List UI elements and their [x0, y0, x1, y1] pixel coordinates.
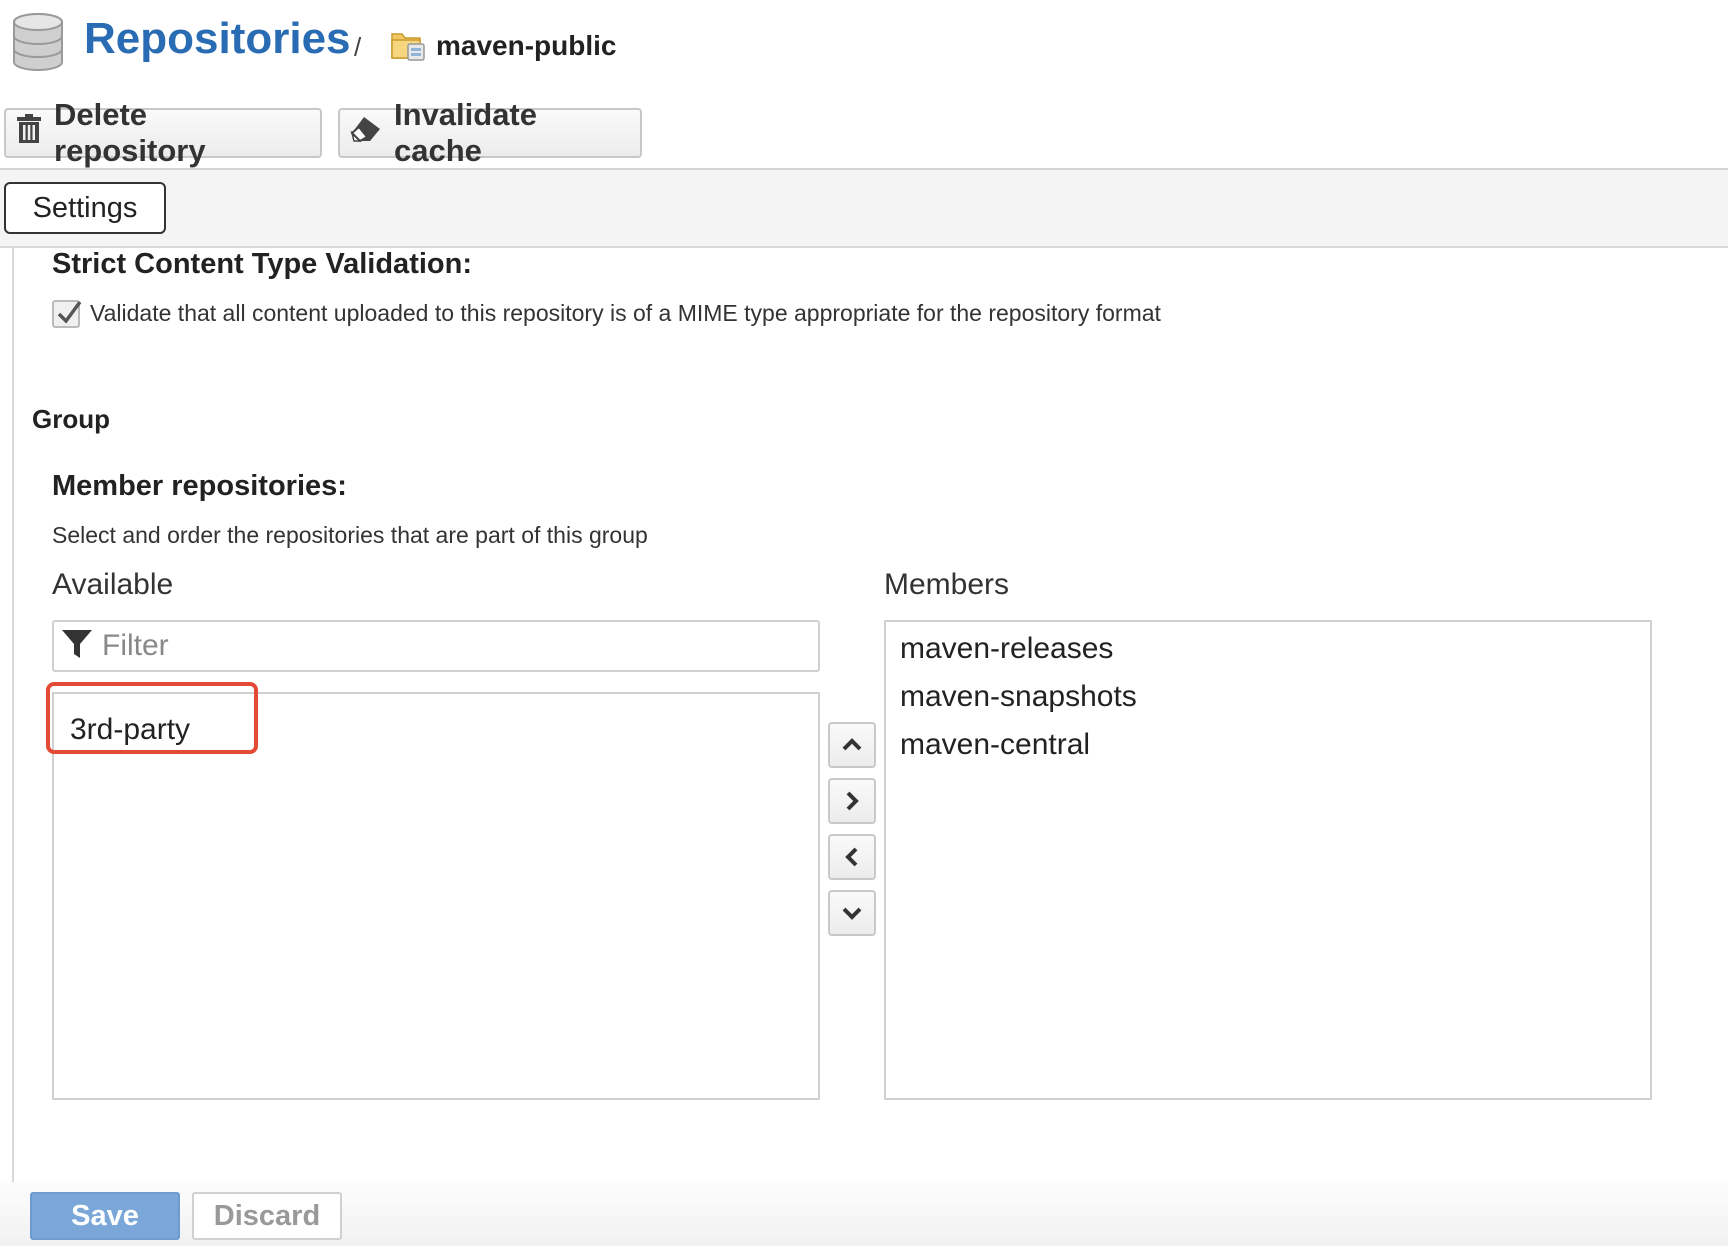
list-item[interactable]: maven-releases: [900, 626, 1113, 672]
breadcrumb: Repositories / maven-public: [0, 0, 1728, 100]
eraser-icon: [350, 115, 394, 151]
save-button[interactable]: Save: [30, 1192, 180, 1240]
delete-repository-label: Delete repository: [54, 97, 206, 168]
strict-validation-checkbox[interactable]: [52, 300, 82, 328]
list-item[interactable]: maven-snapshots: [900, 674, 1137, 720]
chevron-down-icon: [842, 907, 862, 920]
breadcrumb-separator: /: [354, 32, 362, 62]
available-list[interactable]: 3rd-party: [46, 682, 820, 1100]
breadcrumb-repositories-link[interactable]: Repositories: [84, 14, 351, 64]
members-list[interactable]: maven-releases maven-snapshots maven-cen…: [884, 620, 1652, 1100]
group-section-title: Group: [32, 404, 110, 434]
delete-repository-button[interactable]: Delete repository: [4, 97, 322, 168]
list-item[interactable]: maven-central: [900, 722, 1090, 768]
filter-icon: [54, 627, 94, 666]
form-footer: Save Discard: [0, 1182, 1728, 1246]
trash-icon: [16, 114, 54, 152]
settings-form: Strict Content Type Validation: Validate…: [0, 248, 1728, 1246]
member-repositories-description: Select and order the repositories that a…: [52, 522, 648, 548]
breadcrumb-current: maven-public: [436, 30, 617, 61]
member-item-label: maven-snapshots: [900, 680, 1137, 713]
tab-strip: Settings: [0, 170, 1728, 248]
invalidate-cache-label: Invalidate cache: [394, 97, 537, 168]
member-repositories-heading: Member repositories:: [52, 470, 347, 502]
checkmark-icon: [57, 300, 82, 324]
strict-validation-label: Validate that all content uploaded to th…: [90, 300, 1161, 326]
discard-button[interactable]: Discard: [192, 1192, 342, 1240]
highlight-box: [46, 682, 258, 754]
strict-validation-heading: Strict Content Type Validation:: [52, 248, 472, 280]
toolbar: Delete repository Invalidate cache: [0, 97, 1728, 170]
member-item-label: maven-releases: [900, 632, 1114, 665]
filter-field: [52, 620, 820, 672]
tab-settings[interactable]: Settings: [4, 182, 166, 234]
remove-member-button[interactable]: [828, 834, 876, 880]
filter-input[interactable]: [102, 624, 782, 668]
chevron-right-icon: [846, 791, 859, 811]
chevron-up-icon: [842, 738, 862, 751]
folder-group-icon: [390, 28, 426, 67]
add-member-button[interactable]: [828, 778, 876, 824]
database-icon: [12, 12, 64, 77]
members-label: Members: [884, 568, 1010, 601]
available-label: Available: [52, 568, 174, 601]
move-down-button[interactable]: [828, 890, 876, 936]
move-up-button[interactable]: [828, 722, 876, 768]
member-item-label: maven-central: [900, 728, 1091, 761]
chevron-left-icon: [845, 847, 858, 867]
invalidate-cache-button[interactable]: Invalidate cache: [338, 97, 642, 168]
